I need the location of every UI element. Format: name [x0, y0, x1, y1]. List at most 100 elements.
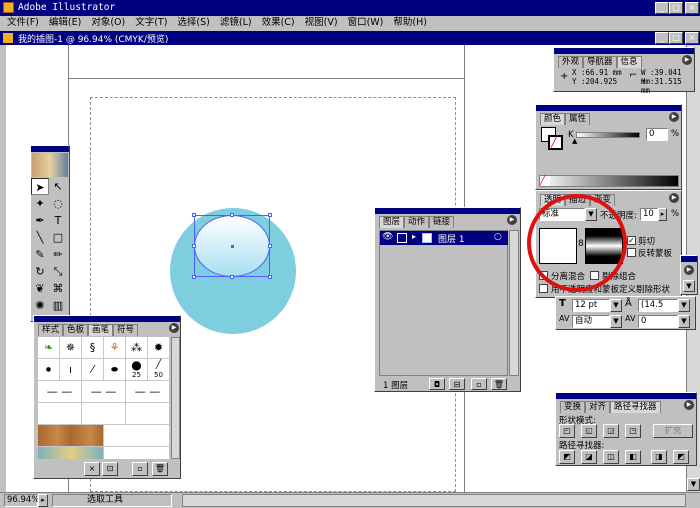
menu-item[interactable]: 帮助(H): [388, 16, 432, 30]
blank-brush-cell[interactable]: [104, 425, 170, 447]
color-menu-icon[interactable]: ▶: [669, 112, 679, 122]
outline-button[interactable]: ◨: [651, 450, 667, 464]
divide-button[interactable]: ◩: [559, 450, 575, 464]
layer-lock-box[interactable]: [397, 233, 407, 243]
wood-pattern-brush[interactable]: [38, 425, 104, 447]
brushes-scrollbar[interactable]: [171, 337, 180, 459]
panel-tab[interactable]: 变换: [560, 401, 586, 413]
remove-brush-button[interactable]: ×: [84, 462, 100, 476]
leading-dropdown[interactable]: ▼: [678, 299, 690, 312]
pen-tool-icon[interactable]: ✒: [31, 212, 49, 229]
ribbon-brush-icon[interactable]: ⚘: [104, 337, 126, 359]
warp-tool-icon[interactable]: ❦: [31, 280, 49, 297]
collapsed-palette-titlebar[interactable]: [681, 256, 697, 262]
collapsed-palette-arrow[interactable]: ▼: [683, 280, 695, 292]
menu-item[interactable]: 效果(C): [257, 16, 300, 30]
k-value-field[interactable]: 0: [646, 128, 668, 141]
info-menu-icon[interactable]: ▶: [682, 55, 692, 65]
menu-item[interactable]: 文字(T): [130, 16, 172, 30]
selection-handle[interactable]: [192, 244, 196, 248]
panel-tab[interactable]: 链接: [429, 216, 455, 228]
direct-selection-tool-icon[interactable]: ↖: [49, 178, 67, 195]
star-brush-icon[interactable]: ✵: [60, 337, 82, 359]
graph-tool-icon[interactable]: ▥: [49, 297, 67, 314]
opacity-mask-knockout-checkbox[interactable]: [539, 284, 548, 293]
intersect-shape-button[interactable]: ◲: [603, 424, 619, 438]
dash-line-brush-icon[interactable]: — —: [82, 381, 126, 403]
tool-status[interactable]: 选取工具: [52, 494, 172, 507]
close-button[interactable]: ×: [685, 2, 699, 14]
scale-tool-icon[interactable]: ⤡: [49, 263, 67, 280]
opacity-field[interactable]: 10: [640, 208, 658, 221]
minus-back-button[interactable]: ◩: [673, 450, 689, 464]
expand-button[interactable]: 扩充: [653, 424, 693, 438]
leading-field[interactable]: (14.5: [638, 299, 678, 312]
leaf-brush-icon[interactable]: ❧: [38, 337, 60, 359]
selection-handle[interactable]: [230, 213, 234, 217]
panel-tab[interactable]: 图层: [379, 216, 405, 228]
selection-handle[interactable]: [192, 213, 196, 217]
menu-item[interactable]: 滤镜(L): [215, 16, 257, 30]
medium-dot-brush-icon[interactable]: ⬬: [104, 359, 126, 381]
tools-palette-titlebar[interactable]: [31, 146, 69, 152]
selection-handle[interactable]: [268, 244, 272, 248]
thin-line-brush-icon[interactable]: ı: [60, 359, 82, 381]
expand-triangle-icon[interactable]: ▸: [412, 232, 416, 241]
zoom-field[interactable]: 96.94%: [4, 494, 39, 507]
blank-brush-cell[interactable]: [38, 403, 82, 425]
panel-tab[interactable]: 信息: [616, 56, 642, 68]
panel-tab[interactable]: 外观: [558, 56, 584, 68]
dash-line-brush-icon[interactable]: — —: [38, 381, 82, 403]
new-brush-button[interactable]: ▫: [132, 462, 148, 476]
font-size-field[interactable]: 12 pt: [572, 299, 610, 312]
opacity-dropdown-arrow[interactable]: ▸: [658, 208, 667, 221]
layers-menu-icon[interactable]: ▶: [507, 215, 517, 225]
pathfinder-menu-icon[interactable]: ▶: [684, 400, 694, 410]
rope-pattern-brush[interactable]: [38, 447, 104, 459]
trim-button[interactable]: ◪: [581, 450, 597, 464]
doc-minimize-button[interactable]: _: [655, 32, 669, 44]
panel-tab[interactable]: 符号: [113, 324, 139, 336]
menu-item[interactable]: 对象(O): [86, 16, 130, 30]
brush-options-button[interactable]: ⊡: [102, 462, 118, 476]
symbol-sprayer-icon[interactable]: ✺: [31, 297, 49, 314]
panel-tab[interactable]: 颜色: [540, 113, 566, 125]
add-to-shape-button[interactable]: ◰: [559, 424, 575, 438]
doc-close-button[interactable]: ×: [685, 32, 699, 44]
layer-name[interactable]: 图层 1: [438, 232, 465, 245]
type-tool-icon[interactable]: T: [49, 212, 67, 229]
make-clipping-mask-button[interactable]: ◘: [429, 378, 445, 390]
lasso-icon[interactable]: ◌: [49, 195, 67, 212]
blot-brush-icon[interactable]: ✹: [148, 337, 170, 359]
panel-tab[interactable]: 对齐: [585, 401, 611, 413]
blank-brush-cell[interactable]: [82, 403, 126, 425]
panel-tab[interactable]: 画笔: [88, 324, 114, 336]
font-size-dropdown[interactable]: ▼: [610, 299, 622, 312]
blank-brush-cell[interactable]: [104, 447, 170, 459]
selection-tool-icon[interactable]: ➤: [31, 178, 49, 195]
dot-brush-icon[interactable]: ●: [38, 359, 60, 381]
rotate-tool-icon[interactable]: ↻: [31, 263, 49, 280]
selection-handle[interactable]: [268, 275, 272, 279]
delete-layer-button[interactable]: 🗑: [491, 378, 507, 390]
menu-item[interactable]: 视图(V): [300, 16, 343, 30]
splatter-brush-icon[interactable]: ⁂: [126, 337, 148, 359]
selection-handle[interactable]: [230, 275, 234, 279]
zoom-dropdown[interactable]: ▸: [38, 494, 48, 507]
blank-brush-cell[interactable]: [126, 403, 170, 425]
free-transform-icon[interactable]: ⌘: [49, 280, 67, 297]
invert-mask-checkbox[interactable]: [627, 248, 636, 257]
merge-button[interactable]: ◫: [603, 450, 619, 464]
transparency-menu-icon[interactable]: ▶: [669, 193, 679, 203]
delete-brush-button[interactable]: 🗑: [152, 462, 168, 476]
panel-tab[interactable]: 样式: [38, 324, 64, 336]
stroke-swatch[interactable]: ╱: [548, 135, 563, 150]
panel-tab[interactable]: 动作: [404, 216, 430, 228]
tracking-dropdown[interactable]: ▼: [610, 315, 622, 328]
menu-item[interactable]: 文件(F): [2, 16, 44, 30]
pencil-icon[interactable]: ✏: [49, 246, 67, 263]
selection-handle[interactable]: [192, 275, 196, 279]
paintbrush-icon[interactable]: ✎: [31, 246, 49, 263]
minimize-button[interactable]: _: [655, 2, 669, 14]
collapsed-palette-menu-icon[interactable]: ▶: [684, 265, 694, 275]
